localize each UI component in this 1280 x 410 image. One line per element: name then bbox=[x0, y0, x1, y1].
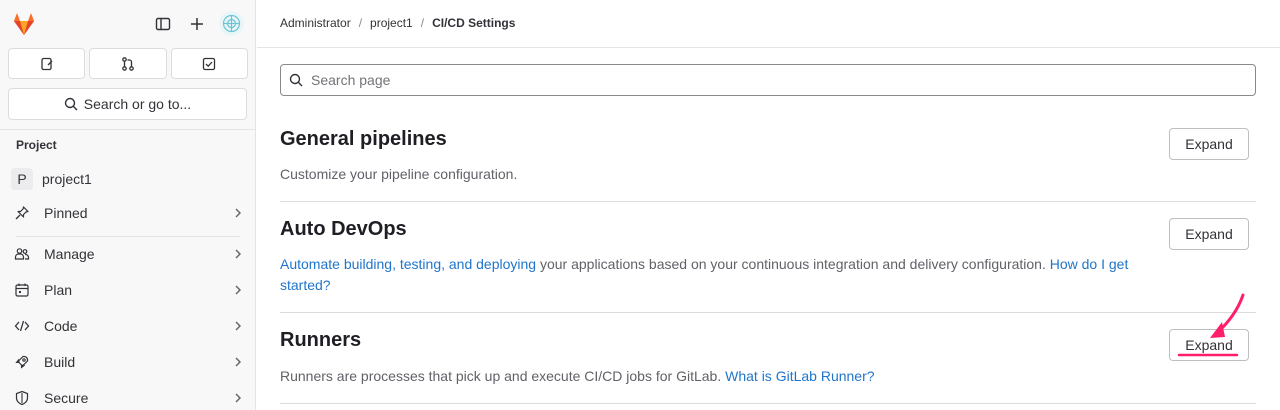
chevron-right-icon bbox=[228, 248, 248, 260]
sidebar-item-label: Secure bbox=[44, 390, 89, 406]
merge-requests-button[interactable] bbox=[89, 48, 167, 79]
section-title: Auto DevOps bbox=[280, 218, 407, 240]
sidebar-item-label: Code bbox=[44, 318, 78, 334]
section-divider bbox=[280, 312, 1256, 313]
section-description: Customize your pipeline configuration. bbox=[280, 166, 518, 182]
issues-icon bbox=[41, 57, 53, 70]
auto-devops-section: Auto DevOps Automate building, testing, … bbox=[280, 218, 1256, 293]
sidebar: Search or go to... Project P project1 Pi… bbox=[0, 0, 256, 410]
description-text: your applications based on your continuo… bbox=[536, 256, 1050, 272]
plus-icon[interactable] bbox=[185, 12, 209, 36]
user-avatar[interactable] bbox=[219, 11, 244, 36]
section-divider bbox=[280, 201, 1256, 202]
sidebar-item-secure[interactable]: Secure bbox=[8, 382, 248, 410]
sidebar-item-label: Manage bbox=[44, 246, 95, 262]
rocket-icon bbox=[8, 354, 36, 370]
main-content: Administrator / project1 / CI/CD Setting… bbox=[257, 0, 1280, 410]
breadcrumb-separator: / bbox=[358, 16, 363, 30]
general-pipelines-section: General pipelines Customize your pipelin… bbox=[280, 128, 1256, 182]
expand-auto-devops-button[interactable]: Expand bbox=[1169, 218, 1249, 250]
todo-icon bbox=[203, 57, 216, 70]
sidebar-item-label: Pinned bbox=[44, 205, 88, 221]
sidebar-item-project[interactable]: P project1 bbox=[8, 163, 248, 195]
sidebar-item-code[interactable]: Code bbox=[8, 310, 248, 342]
automate-link[interactable]: Automate building, testing, and deployin… bbox=[280, 256, 536, 272]
thumbtack-icon bbox=[8, 205, 36, 221]
sidebar-item-label: project1 bbox=[42, 171, 92, 187]
expand-runners-button[interactable]: Expand bbox=[1169, 329, 1249, 361]
header-divider bbox=[257, 47, 1280, 48]
sidebar-item-label: Plan bbox=[44, 282, 73, 298]
search-or-go-label: Search or go to... bbox=[83, 96, 192, 112]
section-description: Automate building, testing, and deployin… bbox=[280, 254, 1150, 296]
code-icon bbox=[8, 318, 36, 334]
sidebar-item-label: Build bbox=[44, 354, 76, 370]
section-title: Runners bbox=[280, 329, 362, 351]
sidebar-divider bbox=[0, 129, 256, 130]
breadcrumb-administrator[interactable]: Administrator bbox=[280, 16, 351, 30]
calendar-icon bbox=[8, 282, 36, 298]
chevron-right-icon bbox=[228, 356, 248, 368]
search-or-go-button[interactable]: Search or go to... bbox=[8, 88, 247, 120]
users-icon bbox=[8, 246, 36, 262]
issues-button[interactable] bbox=[8, 48, 86, 79]
collapse-sidebar-icon[interactable] bbox=[151, 12, 175, 36]
sidebar-top bbox=[0, 0, 256, 48]
section-divider bbox=[280, 403, 1256, 404]
project-section-title: Project bbox=[16, 138, 57, 152]
sidebar-item-pinned[interactable]: Pinned bbox=[8, 197, 248, 229]
description-text: Runners are processes that pick up and e… bbox=[280, 368, 726, 384]
shield-icon bbox=[8, 390, 36, 406]
search-page-input[interactable]: Search page bbox=[280, 64, 1256, 96]
chevron-right-icon bbox=[228, 320, 248, 332]
search-icon bbox=[64, 97, 78, 111]
sidebar-item-build[interactable]: Build bbox=[8, 346, 248, 378]
sidebar-item-manage[interactable]: Manage bbox=[8, 238, 248, 270]
nav-divider bbox=[16, 236, 240, 237]
breadcrumb-project[interactable]: project1 bbox=[370, 16, 413, 30]
gitlab-logo-icon[interactable] bbox=[10, 10, 38, 38]
expand-general-pipelines-button[interactable]: Expand bbox=[1169, 128, 1249, 160]
chevron-right-icon bbox=[228, 284, 248, 296]
breadcrumb-current[interactable]: CI/CD Settings bbox=[432, 16, 515, 30]
chevron-right-icon bbox=[228, 392, 248, 404]
merge-request-icon bbox=[122, 56, 134, 71]
todos-button[interactable] bbox=[170, 48, 248, 79]
section-title: General pipelines bbox=[280, 128, 447, 150]
section-description: Runners are processes that pick up and e… bbox=[280, 366, 1150, 387]
what-is-runner-link[interactable]: What is GitLab Runner? bbox=[725, 368, 874, 384]
sidebar-item-plan[interactable]: Plan bbox=[8, 274, 248, 306]
chevron-right-icon bbox=[228, 207, 248, 219]
app: Search or go to... Project P project1 Pi… bbox=[0, 0, 1280, 410]
runners-section: Runners Runners are processes that pick … bbox=[280, 329, 1256, 384]
project-badge: P bbox=[11, 168, 33, 190]
quick-actions bbox=[8, 48, 248, 80]
breadcrumb-separator: / bbox=[420, 16, 425, 30]
search-icon bbox=[289, 73, 303, 87]
breadcrumb: Administrator / project1 / CI/CD Setting… bbox=[280, 16, 515, 30]
search-page-placeholder: Search page bbox=[311, 72, 391, 88]
